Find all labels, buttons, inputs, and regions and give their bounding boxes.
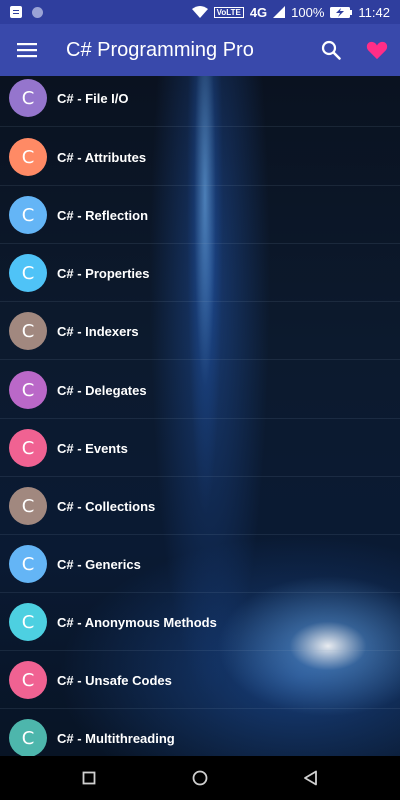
network-type: 4G [249,4,268,20]
app-title: C# Programming Pro [66,38,254,61]
avatar: C [9,196,47,234]
home-button[interactable] [188,766,212,790]
list-item-label: C# - Reflection [57,207,149,223]
app-bar: C# Programming Pro [0,24,400,76]
list-item[interactable]: C C# - Delegates [0,361,400,419]
list-item-label: C# - Events [57,440,128,456]
list-item[interactable]: C C# - Anonymous Methods [0,593,400,651]
heart-icon [366,41,388,60]
list-item[interactable]: C C# - Indexers [0,302,400,360]
home-icon [192,770,208,786]
wifi-icon [191,6,208,18]
clock: 11:42 [358,4,390,20]
avatar: C [9,138,47,176]
avatar: C [9,371,47,409]
sync-icon [32,6,43,18]
list-item-label: C# - Indexers [57,323,139,339]
list-item[interactable]: C C# - Collections [0,477,400,535]
list-item[interactable]: C C# - Attributes [0,128,400,186]
menu-button[interactable] [0,24,54,76]
signal-icon [273,6,286,18]
battery-percent: 100% [291,4,325,20]
search-icon [321,40,341,60]
navigation-bar [0,756,400,800]
menu-icon [17,43,37,58]
search-button[interactable] [316,36,346,64]
list-item-label: C# - Generics [57,556,141,572]
notification-icon [10,6,22,18]
list-item-label: C# - Delegates [57,382,147,398]
battery-charging-icon [330,6,353,18]
volte-badge: VoLTE [213,6,244,18]
recents-icon [82,771,96,785]
recents-button[interactable] [77,766,101,790]
status-bar: VoLTE 4G 100% 11:42 [0,0,400,24]
list-item[interactable]: C C# - Generics [0,535,400,593]
list-item-label: C# - Attributes [57,149,147,165]
back-button[interactable] [299,766,323,790]
list-item-label: C# - Properties [57,265,150,281]
list-item[interactable]: C C# - Unsafe Codes [0,651,400,709]
avatar: C [9,603,47,641]
list-item-label: C# - Multithreading [57,730,175,746]
list-item-label: C# - Collections [57,498,156,514]
back-icon [304,770,317,786]
list-item[interactable]: C C# - Events [0,419,400,477]
avatar: C [9,429,47,467]
list-item[interactable]: C C# - Reflection [0,186,400,244]
list-item[interactable]: C C# - Properties [0,244,400,302]
avatar: C [9,79,47,117]
avatar: C [9,254,47,292]
avatar: C [9,545,47,583]
list-item[interactable]: C C# - File I/O [0,76,400,127]
avatar: C [9,719,47,756]
avatar: C [9,312,47,350]
favorite-button[interactable] [362,36,392,64]
list-item-label: C# - Unsafe Codes [57,672,172,688]
list-item-label: C# - File I/O [57,90,129,106]
list-item[interactable]: C C# - Multithreading [0,709,400,756]
avatar: C [9,487,47,525]
topic-list[interactable]: C C# - File I/O C C# - Attributes C C# - Re… [0,76,400,756]
list-item-label: C# - Anonymous Methods [57,614,217,630]
avatar: C [9,661,47,699]
